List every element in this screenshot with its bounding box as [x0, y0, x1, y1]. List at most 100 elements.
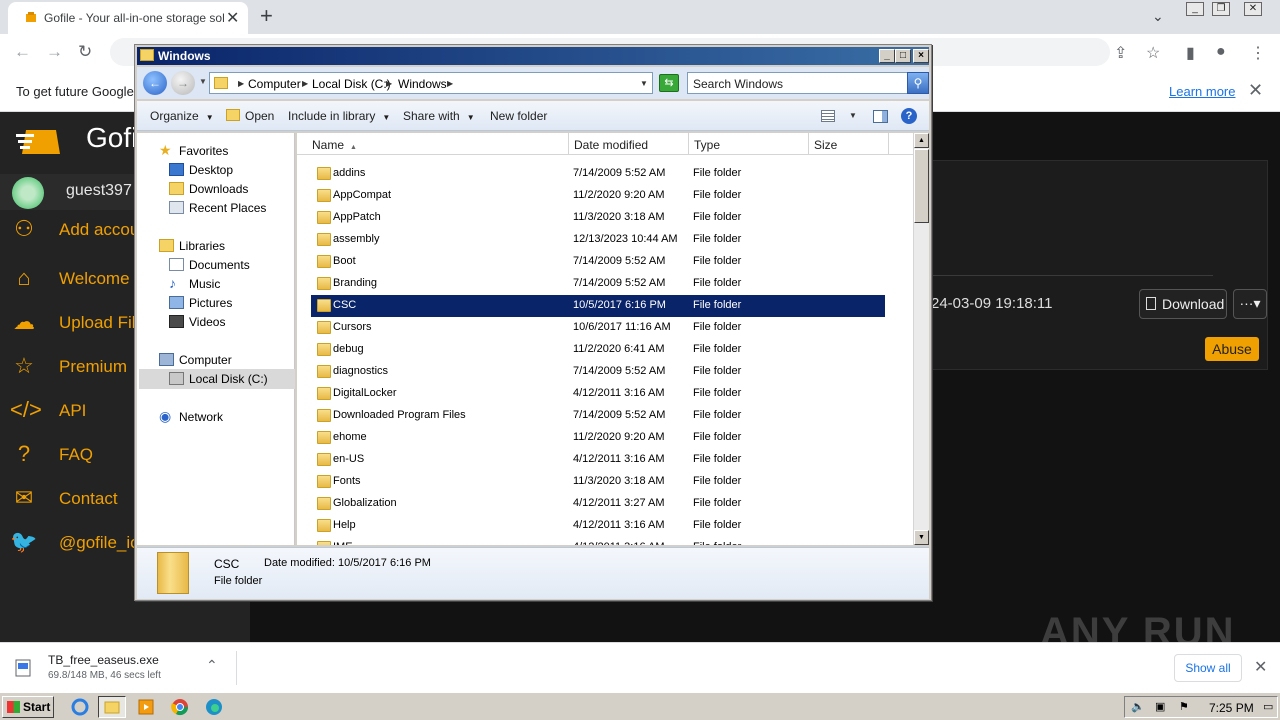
scroll-thumb[interactable]	[914, 149, 929, 223]
new-tab-icon[interactable]: +	[260, 3, 273, 29]
chevron-right-icon[interactable]: ▶	[447, 79, 453, 88]
table-row[interactable]: Globalization 4/12/2011 3:27 AM File folde…	[311, 493, 885, 515]
scroll-down-icon[interactable]: ▼	[914, 530, 929, 545]
forward-arrow-icon[interactable]: →	[46, 42, 63, 62]
desktop-icon	[169, 163, 184, 176]
side-panel-icon[interactable]: ▮	[1186, 43, 1195, 63]
tab-close-icon[interactable]: ✕	[226, 8, 239, 28]
folder-icon	[317, 475, 331, 488]
chrome-icon[interactable]	[166, 696, 194, 718]
edge-icon[interactable]	[200, 696, 228, 718]
close-window-button[interactable]: ✕	[1244, 2, 1262, 16]
file-date-modified: 4/12/2011 3:16 AM	[573, 519, 665, 531]
table-row[interactable]: DigitalLocker 4/12/2011 3:16 AM File folde…	[311, 383, 885, 405]
learn-more-link[interactable]: Learn more	[1169, 84, 1235, 99]
tree-label: Music	[189, 277, 221, 291]
tab-search-chevron-icon[interactable]: ⌄	[1152, 8, 1164, 25]
back-arrow-icon[interactable]: ←	[143, 71, 167, 95]
chevron-right-icon[interactable]: ▶	[302, 79, 308, 88]
table-row[interactable]: debug 11/2/2020 6:41 AM File folder	[311, 339, 885, 361]
minimize-button[interactable]: _	[879, 49, 895, 63]
forward-arrow-icon[interactable]: →	[171, 71, 195, 95]
table-row[interactable]: en-US 4/12/2011 3:16 AM File folder	[311, 449, 885, 471]
table-row[interactable]: Fonts 11/3/2020 3:18 AM File folder	[311, 471, 885, 493]
table-row[interactable]: addins 7/14/2009 5:52 AM File folder	[311, 163, 885, 185]
column-header-name[interactable]: Name ▲	[307, 133, 569, 155]
open-button[interactable]: Open	[245, 109, 274, 123]
close-button[interactable]: ×	[913, 49, 929, 63]
search-icon[interactable]: ⚲	[907, 72, 929, 94]
file-type: File folder	[693, 277, 742, 289]
back-arrow-icon[interactable]: ←	[14, 42, 31, 62]
chevron-up-icon[interactable]: ⌃	[206, 657, 218, 674]
include-in-library-button[interactable]: Include in library ▼	[288, 109, 390, 123]
chevron-right-icon[interactable]: ▶	[386, 79, 392, 88]
gofile-logo-icon	[16, 130, 60, 154]
table-row[interactable]: Boot 7/14/2009 5:52 AM File folder	[311, 251, 885, 273]
search-input[interactable]: Search Windows	[687, 72, 909, 94]
tree-label: Computer	[179, 353, 232, 367]
change-view-icon[interactable]	[821, 110, 835, 122]
shelf-close-icon[interactable]: ✕	[1254, 657, 1267, 677]
maximize-button[interactable]: □	[895, 49, 911, 63]
breadcrumb-windows[interactable]: Windows	[398, 77, 447, 91]
explorer-taskbar-button[interactable]	[98, 696, 126, 718]
table-row[interactable]: AppPatch 11/3/2020 3:18 AM File folder	[311, 207, 885, 229]
network-icon[interactable]: ▣	[1155, 700, 1165, 713]
volume-icon[interactable]: 🔈	[1131, 700, 1145, 713]
chevron-right-icon[interactable]: ▶	[238, 79, 244, 88]
help-icon[interactable]: ?	[901, 108, 917, 124]
explorer-title-bar[interactable]: Windows _ □ ×	[137, 47, 929, 65]
address-dropdown-icon[interactable]: ▼	[640, 79, 648, 88]
column-header-type[interactable]: Type	[689, 133, 809, 155]
file-date-modified: 7/14/2009 5:52 AM	[573, 167, 666, 179]
recent-pages-dropdown-icon[interactable]: ▼	[199, 77, 207, 86]
preview-pane-icon[interactable]	[873, 110, 888, 123]
column-header-size[interactable]: Size	[809, 133, 889, 155]
start-button[interactable]: Start	[2, 696, 54, 718]
table-row[interactable]: CSC 10/5/2017 6:16 PM File folder	[311, 295, 885, 317]
breadcrumb-computer[interactable]: Computer	[248, 77, 301, 91]
scroll-up-icon[interactable]: ▲	[914, 133, 929, 148]
abuse-button[interactable]: Abuse	[1205, 337, 1259, 361]
restore-window-button[interactable]: ❐	[1212, 2, 1230, 16]
infobar-close-icon[interactable]: ✕	[1248, 80, 1263, 101]
bookmark-star-icon[interactable]: ☆	[1146, 43, 1160, 63]
details-name: CSC	[214, 557, 240, 571]
file-name: debug	[333, 343, 364, 355]
show-all-button[interactable]: Show all	[1174, 654, 1242, 682]
more-options-button[interactable]: ···▾	[1233, 289, 1267, 319]
organize-button[interactable]: Organize ▼	[150, 109, 214, 123]
new-folder-button[interactable]: New folder	[490, 109, 547, 123]
table-row[interactable]: Cursors 10/6/2017 11:16 AM File folder	[311, 317, 885, 339]
table-row[interactable]: AppCompat 11/2/2020 9:20 AM File folder	[311, 185, 885, 207]
internet-explorer-icon[interactable]	[66, 696, 94, 718]
table-row[interactable]: diagnostics 7/14/2009 5:52 AM File folder	[311, 361, 885, 383]
reload-icon[interactable]: ↻	[78, 42, 92, 62]
table-row[interactable]: Help 4/12/2011 3:16 AM File folder	[311, 515, 885, 537]
share-with-button[interactable]: Share with ▼	[403, 109, 475, 123]
clock[interactable]: 7:25 PM	[1209, 701, 1254, 715]
vertical-scrollbar[interactable]: ▲ ▼	[913, 133, 929, 545]
refresh-button[interactable]: ⇆	[659, 74, 679, 92]
download-file-name[interactable]: TB_free_easeus.exe	[48, 653, 159, 667]
address-breadcrumb[interactable]: ▶ Computer ▶ Local Disk (C:) ▶ Windows ▶…	[209, 72, 653, 94]
profile-icon[interactable]: ●	[1216, 43, 1226, 61]
table-row[interactable]: assembly 12/13/2023 10:44 AM File folder	[311, 229, 885, 251]
table-row[interactable]: Branding 7/14/2009 5:52 AM File folder	[311, 273, 885, 295]
browser-tab[interactable]: Gofile - Your all-in-one storage solutio…	[8, 2, 248, 34]
download-button[interactable]: Download	[1139, 289, 1227, 319]
minimize-window-button[interactable]: _	[1186, 2, 1204, 16]
show-desktop-icon[interactable]: ▭	[1263, 700, 1273, 713]
breadcrumb-local-disk[interactable]: Local Disk (C:)	[312, 77, 391, 91]
action-center-flag-icon[interactable]: ⚑	[1179, 700, 1189, 713]
network-globe-icon: ◉	[159, 408, 172, 424]
share-icon[interactable]: ⇪	[1114, 43, 1127, 63]
column-header-date[interactable]: Date modified	[569, 133, 689, 155]
table-row[interactable]: ehome 11/2/2020 9:20 AM File folder	[311, 427, 885, 449]
table-row[interactable]: IME 4/12/2011 3:16 AM File folder	[311, 537, 885, 545]
view-dropdown-icon[interactable]: ▼	[849, 111, 857, 120]
media-player-icon[interactable]	[132, 696, 160, 718]
chrome-menu-icon[interactable]: ⋮	[1250, 43, 1266, 63]
table-row[interactable]: Downloaded Program Files 7/14/2009 5:52 A…	[311, 405, 885, 427]
